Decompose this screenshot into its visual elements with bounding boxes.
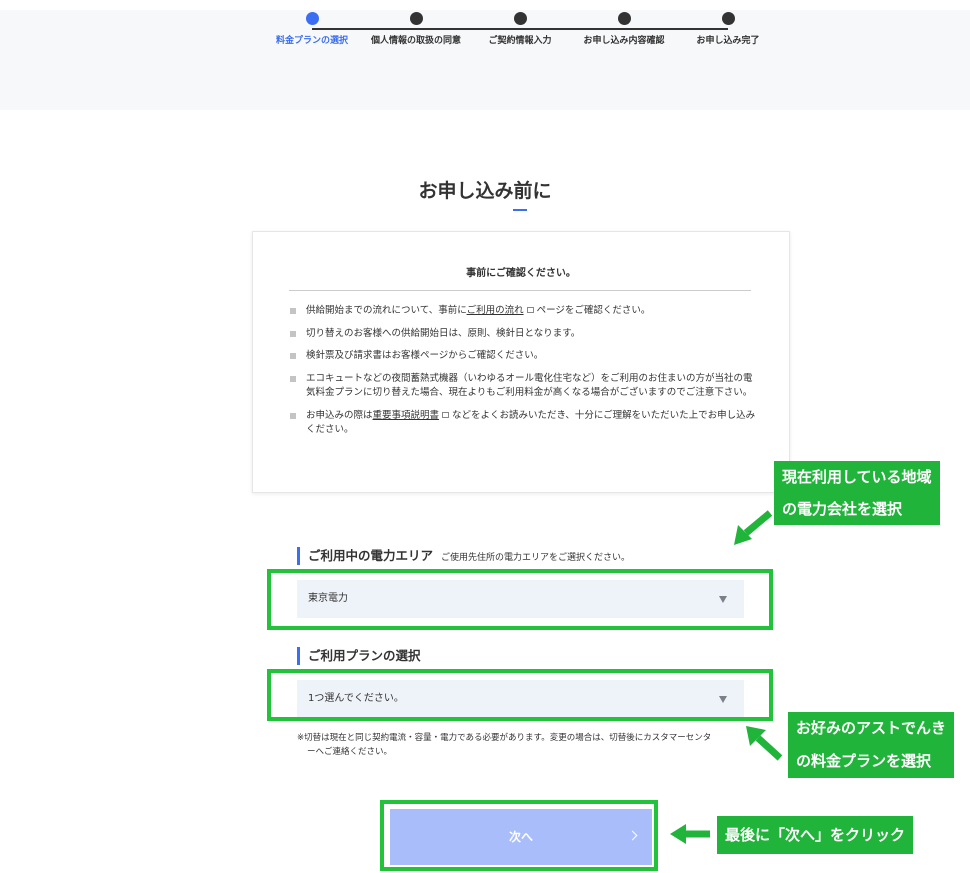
area-heading-label: ご利用中の電力エリア (308, 548, 434, 563)
plan-highlight-frame (267, 669, 773, 721)
notice-box: 事前にご確認ください。 供給開始までの流れについて、事前にご利用の流れ ページをご… (252, 231, 790, 493)
notice-text: 切り替えのお客様への供給開始日は、原則、検針日となります。 (306, 327, 581, 339)
progress-bar: 料金プランの選択 個人情報の取扱の同意 ご契約情報入力 お申し込み内容確認 お申… (0, 10, 970, 110)
area-section-heading: ご利用中の電力エリア ご使用先住所の電力エリアをご選択ください。 (297, 547, 630, 565)
external-link-icon (442, 411, 450, 418)
bullet-square-icon (290, 308, 296, 314)
callout-line: の電力会社を選択 (782, 500, 903, 518)
step-plan-select: 料金プランの選択 (252, 10, 372, 46)
step-label: 個人情報の取扱の同意 (370, 36, 461, 46)
callout-line: 現在利用している地域 (782, 468, 932, 486)
notice-item: 供給開始までの流れについて、事前にご利用の流れ ページをご確認ください。 (289, 304, 759, 319)
step-label: 料金プランの選択 (275, 36, 348, 46)
notice-item: 切り替えのお客様への供給開始日は、原則、検針日となります。 (289, 327, 759, 342)
callout-next: 最後に「次へ」をクリック (717, 816, 914, 854)
notice-item: エコキュートなどの夜間蓄熱式機器（いわゆるオール電化住宅など）をご利用のお住まい… (289, 372, 759, 401)
step-dot (409, 12, 423, 25)
step-label: お申し込み完了 (696, 36, 760, 46)
step-dot (721, 12, 735, 25)
bullet-square-icon (290, 412, 296, 419)
bullet-square-icon (290, 330, 296, 337)
bullet-square-icon (290, 353, 296, 359)
notice-text: お申込みの際は (306, 409, 373, 421)
callout-line: 最後に「次へ」をクリック (725, 826, 906, 844)
step-complete: お申し込み完了 (668, 10, 788, 46)
notice-item: 検針票及び請求書はお客様ページからご確認ください。 (289, 349, 759, 364)
usage-flow-link[interactable]: ご利用の流れ (467, 305, 524, 316)
progress-steps: 料金プランの選択 個人情報の取扱の同意 ご契約情報入力 お申し込み内容確認 お申… (0, 10, 970, 70)
page-title: お申し込み前に (418, 180, 552, 202)
plan-section-heading: ご利用プランの選択 (297, 647, 421, 665)
callout-area: 現在利用している地域 の電力会社を選択 (774, 461, 940, 525)
next-button-label: 次へ (508, 830, 533, 844)
notice-heading: 事前にご確認ください。 (466, 268, 576, 279)
next-button[interactable]: 次へ (390, 809, 652, 865)
step-contract-info: ご契約情報入力 (460, 10, 580, 46)
step-label: お申し込み内容確認 (583, 36, 665, 46)
step-confirm: お申し込み内容確認 (564, 10, 684, 46)
plan-heading-label: ご利用プランの選択 (308, 648, 421, 663)
notice-text: エコキュートなどの夜間蓄熱式機器（いわゆるオール電化住宅など）をご利用のお住まい… (306, 372, 753, 399)
area-highlight-frame (267, 569, 773, 630)
step-dot-active (305, 12, 319, 25)
step-dot (513, 12, 527, 25)
notice-list: 供給開始までの流れについて、事前にご利用の流れ ページをご確認ください。 切り替え… (289, 304, 759, 446)
title-underline (513, 209, 527, 211)
arrow-down-left-icon (734, 510, 773, 545)
step-label: ご契約情報入力 (488, 36, 552, 46)
bullet-square-icon (290, 375, 296, 382)
step-privacy-consent: 個人情報の取扱の同意 (356, 10, 476, 46)
callout-line: の料金プランを選択 (796, 752, 932, 770)
notice-text: 検針票及び請求書はお客様ページからご確認ください。 (306, 350, 544, 361)
chevron-right-icon (627, 830, 638, 841)
arrow-left-icon (670, 824, 710, 844)
callout-plan: お好みのアストでんき の料金プランを選択 (788, 712, 955, 778)
step-dot (617, 12, 631, 25)
notice-text: ページをご確認ください。 (536, 305, 651, 316)
callout-line: お好みのアストでんき (796, 719, 947, 737)
note-line: ーへご連絡ください。 (307, 747, 393, 757)
switch-note: ※切替は現在と同じ契約電流・容量・電力である必要があります。変更の場合は、切替後… (297, 731, 757, 759)
external-link-icon (526, 307, 534, 313)
notice-item: お申込みの際は重要事項説明書 などをよくお読みいただき、十分にご理解をいただいた上… (289, 409, 759, 438)
notice-divider (289, 290, 751, 291)
arrow-up-left-icon (746, 726, 783, 761)
important-matters-link[interactable]: 重要事項説明書 (373, 410, 440, 421)
note-line: ※切替は現在と同じ契約電流・容量・電力である必要があります。変更の場合は、切替後… (297, 733, 712, 743)
notice-text: 供給開始までの流れについて、事前に (306, 305, 467, 316)
area-heading-hint: ご使用先住所の電力エリアをご選択ください。 (441, 553, 631, 563)
